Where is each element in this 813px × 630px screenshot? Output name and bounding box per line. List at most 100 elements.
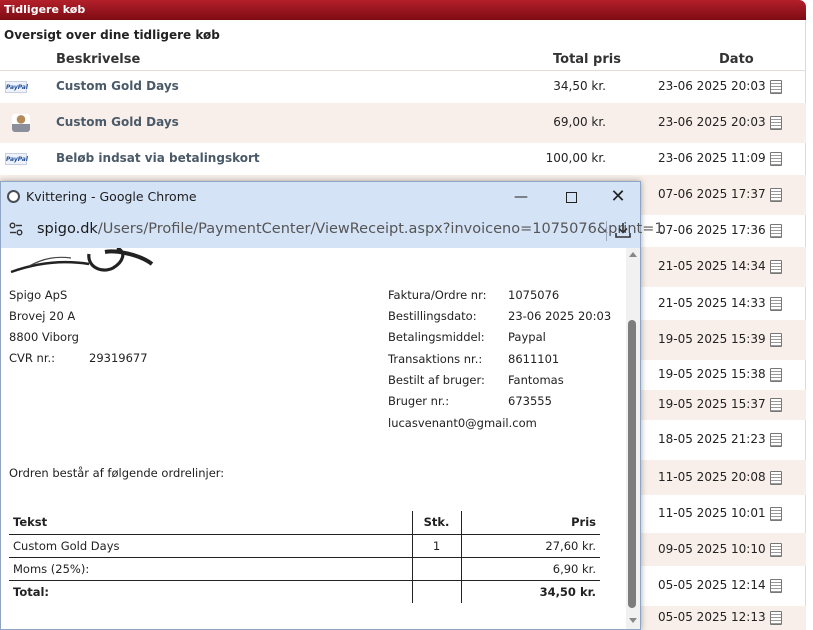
receipt-icon[interactable] xyxy=(770,80,782,94)
scroll-up-icon[interactable] xyxy=(629,252,637,257)
purchase-date: 18-05 2025 21:23 xyxy=(658,432,766,446)
purchase-date: 21-05 2025 14:33 xyxy=(658,296,766,310)
download-icon[interactable] xyxy=(613,220,633,240)
order-info-value: 23-06 2025 20:03 xyxy=(508,309,612,324)
receipt-icon[interactable] xyxy=(770,543,782,557)
order-info-value: Paypal xyxy=(508,330,546,345)
column-header-total: Total pris xyxy=(553,52,621,67)
purchase-description[interactable]: Custom Gold Days xyxy=(56,115,179,129)
purchase-date: 21-05 2025 14:34 xyxy=(658,259,766,273)
receipt-icon[interactable] xyxy=(770,152,782,166)
purchase-date: 23-06 2025 11:09 xyxy=(658,151,766,165)
receipt-icon[interactable] xyxy=(770,224,782,238)
order-lines-table: Tekst Stk. Pris Custom Gold Days 1 27,60… xyxy=(9,511,600,603)
purchase-description[interactable]: Beløb indsat via betalingskort xyxy=(56,151,260,165)
url-text[interactable]: spigo.dk/Users/Profile/PaymentCenter/Vie… xyxy=(37,221,664,237)
receipt-icon[interactable] xyxy=(770,297,782,311)
order-info-label: Transaktions nr.: xyxy=(388,351,483,366)
purchase-date: 05-05 2025 12:13 xyxy=(658,610,766,624)
receipt-icon[interactable] xyxy=(770,507,782,521)
order-info-value: 673555 xyxy=(508,394,552,408)
receipt-window: Kvittering - Google Chrome — ✕ spigo.dk/… xyxy=(0,181,664,630)
company-name: Spigo ApS xyxy=(9,288,68,302)
maximize-button[interactable] xyxy=(556,186,586,208)
purchase-price: 34,50 kr. xyxy=(553,79,606,93)
url-host: spigo.dk xyxy=(37,221,98,237)
line-text: Custom Gold Days xyxy=(9,534,412,558)
receipt-icon[interactable] xyxy=(770,471,782,485)
purchase-date: 23-06 2025 20:03 xyxy=(658,115,766,129)
purchase-date: 11-05 2025 20:08 xyxy=(658,470,766,484)
receipt-icon[interactable] xyxy=(770,333,782,347)
window-titlebar[interactable]: Kvittering - Google Chrome — ✕ xyxy=(1,182,640,212)
person-icon xyxy=(12,114,30,132)
address-divider xyxy=(606,221,607,241)
purchase-date: 19-05 2025 15:37 xyxy=(658,397,766,411)
customer-email: lucasvenant0@gmail.com xyxy=(388,416,537,430)
company-street: Brovej 20 A xyxy=(9,309,76,323)
minimize-button[interactable]: — xyxy=(506,186,536,208)
order-info-value: Fantomas xyxy=(508,372,564,387)
purchase-date: 05-05 2025 12:14 xyxy=(658,578,766,592)
order-lines-intro: Ordren består af følgende ordrelinjer: xyxy=(9,466,225,480)
close-button[interactable]: ✕ xyxy=(603,186,633,208)
line-qty xyxy=(411,557,461,581)
window-title: Kvittering - Google Chrome xyxy=(26,189,197,204)
receipt-icon[interactable] xyxy=(770,433,782,447)
spigo-logo xyxy=(10,248,154,274)
minimize-icon: — xyxy=(514,189,528,205)
purchase-price: 69,00 kr. xyxy=(553,115,606,129)
table-row: Custom Gold Days 1 27,60 kr. xyxy=(9,534,600,558)
site-settings-icon[interactable] xyxy=(9,222,23,236)
table-total-row: Total: 34,50 kr. xyxy=(9,580,600,603)
line-price: 6,90 kr. xyxy=(460,557,600,581)
receipt-icon[interactable] xyxy=(770,579,782,593)
cvr-label: CVR nr.: xyxy=(9,351,56,365)
line-qty: 1 xyxy=(411,534,461,558)
purchases-header: Tidligere køb xyxy=(0,0,806,20)
table-row[interactable]: Custom Gold Days 69,00 kr. 23-06 2025 20:0… xyxy=(0,103,806,143)
purchase-date: 19-05 2025 15:39 xyxy=(658,332,766,346)
scroll-down-icon[interactable] xyxy=(629,618,637,623)
receipt-icon[interactable] xyxy=(770,116,782,130)
purchase-price: 100,00 kr. xyxy=(545,151,606,165)
address-bar[interactable]: spigo.dk/Users/Profile/PaymentCenter/Vie… xyxy=(1,212,664,248)
purchase-date: 23-06 2025 20:03 xyxy=(658,79,766,93)
total-value: 34,50 kr. xyxy=(460,580,600,603)
globe-icon xyxy=(7,190,20,203)
receipt-icon[interactable] xyxy=(770,611,782,625)
table-header-qty: Stk. xyxy=(411,511,461,535)
purchase-date: 07-06 2025 17:36 xyxy=(658,223,766,237)
receipt-icon[interactable] xyxy=(770,368,782,382)
line-text: Moms (25%): xyxy=(9,557,412,581)
table-header-price: Pris xyxy=(460,511,600,535)
total-label: Total: xyxy=(13,584,50,599)
table-row[interactable]: PayPal Custom Gold Days 34,50 kr. 23-06 202… xyxy=(0,71,806,103)
purchase-date: 19-05 2025 15:38 xyxy=(658,367,766,381)
purchase-description[interactable]: Custom Gold Days xyxy=(56,79,179,93)
table-row: Moms (25%): 6,90 kr. xyxy=(9,557,600,581)
url-path: /Users/Profile/PaymentCenter/ViewReceipt… xyxy=(97,221,664,237)
order-info-label: Faktura/Ordre nr: xyxy=(388,288,487,302)
paypal-icon: PayPal xyxy=(5,153,28,165)
column-header-description: Beskrivelse xyxy=(56,52,141,67)
purchases-subtitle: Oversigt over dine tidligere køb xyxy=(4,28,220,42)
order-info-label: Bestilt af bruger: xyxy=(388,372,485,387)
order-info-label: Betalingsmiddel: xyxy=(388,330,485,345)
receipt-icon[interactable] xyxy=(770,398,782,412)
purchase-date: 11-05 2025 10:01 xyxy=(658,506,766,520)
table-row[interactable]: PayPal Beløb indsat via betalingskort 100,… xyxy=(0,143,806,175)
purchase-date: 09-05 2025 10:10 xyxy=(658,542,766,556)
close-icon: ✕ xyxy=(610,186,626,207)
paypal-icon: PayPal xyxy=(5,81,28,93)
scrollbar-thumb[interactable] xyxy=(628,320,636,608)
receipt-icon[interactable] xyxy=(770,188,782,202)
receipt-icon[interactable] xyxy=(770,260,782,274)
company-city: 8800 Viborg xyxy=(9,330,79,344)
vertical-scrollbar[interactable] xyxy=(626,248,640,629)
order-info-value: 1075076 xyxy=(508,288,560,302)
maximize-icon xyxy=(565,191,577,203)
column-header-date: Dato xyxy=(719,52,754,67)
table-header-text: Tekst xyxy=(9,511,412,535)
receipt-content: Spigo ApS Brovej 20 A 8800 Viborg CVR nr… xyxy=(1,248,626,629)
